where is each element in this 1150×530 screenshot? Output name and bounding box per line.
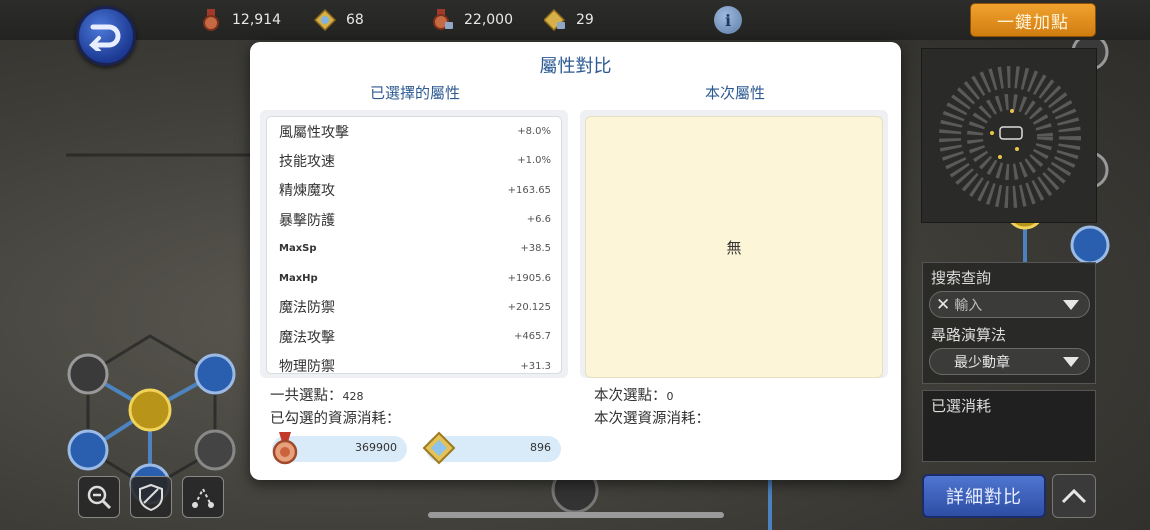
- path-icon: [192, 486, 214, 508]
- back-arrow-icon: [89, 24, 121, 51]
- resource-locked-crystal: 29: [544, 8, 594, 32]
- expand-up-button[interactable]: [1052, 474, 1096, 518]
- info-button[interactable]: i: [714, 6, 742, 34]
- current-points-label: 本次選點：: [594, 388, 667, 404]
- chevron-down-icon: [1063, 299, 1079, 310]
- chevron-up-icon: [1061, 488, 1087, 504]
- zoom-out-icon: [87, 485, 112, 510]
- total-points: 一共選點：428: [270, 384, 364, 405]
- gold-crystal-icon: [314, 9, 336, 31]
- path-button[interactable]: [182, 476, 224, 518]
- selected-cost-panel: 已選消耗: [922, 390, 1096, 462]
- attribute-value: +6.6: [526, 214, 551, 226]
- minimap-graph: [939, 66, 1081, 208]
- one-key-add-points-button[interactable]: 一鍵加點: [970, 3, 1096, 37]
- checked-cost-label: 已勾選的資源消耗：: [270, 411, 401, 427]
- info-icon: i: [724, 10, 732, 30]
- total-points-label: 一共選點：: [270, 388, 343, 404]
- chevron-down-icon: [1063, 356, 1079, 367]
- attribute-row: 暴擊防護 +6.6: [267, 205, 561, 234]
- resource-medal-value: 12,914: [232, 12, 281, 28]
- pathfinding-value: 最少動章: [954, 354, 1010, 371]
- attribute-value: +163.65: [507, 184, 551, 196]
- total-points-value: 428: [342, 390, 364, 403]
- current-points-value: 0: [666, 390, 674, 403]
- clear-icon[interactable]: ✕: [936, 295, 950, 315]
- attribute-name: 魔法攻擊: [279, 329, 335, 346]
- cost-crystal-pill: 896: [422, 431, 561, 465]
- search-panel: 搜索查詢 ✕ 輸入 尋路演算法 最少動章: [922, 262, 1096, 384]
- attribute-name: 物理防禦: [279, 359, 335, 374]
- attribute-row: 技能攻速 +1.0%: [267, 146, 561, 175]
- shield-filter-button[interactable]: [130, 476, 172, 518]
- resource-locked-crystal-value: 29: [576, 12, 594, 28]
- attribute-name: 精煉魔攻: [279, 183, 335, 200]
- attribute-row: 魔法防禦 +20.125: [267, 293, 561, 322]
- attribute-value: +1905.6: [507, 272, 551, 284]
- attribute-compare-dialog: 屬性對比 已選擇的屬性 本次屬性 風屬性攻擊 +8.0% 技能攻速 +1.0% 精煉魔攻…: [250, 42, 901, 480]
- attribute-name: 魔法防禦: [279, 300, 335, 317]
- attribute-value: +8.0%: [517, 126, 551, 138]
- pathfinding-select[interactable]: 最少動章: [929, 348, 1090, 375]
- detail-compare-button[interactable]: 詳細對比: [922, 474, 1046, 518]
- attribute-row: MaxHp +1905.6: [267, 263, 561, 292]
- zoom-out-button[interactable]: [78, 476, 120, 518]
- search-label: 搜索查詢: [931, 269, 992, 287]
- current-points: 本次選點：0: [594, 384, 674, 405]
- locked-crystal-icon: [544, 9, 566, 31]
- attribute-value: +1.0%: [517, 155, 551, 167]
- attribute-name: 暴擊防護: [279, 212, 335, 229]
- attribute-name: MaxSp: [279, 243, 317, 255]
- shield-icon: [139, 483, 163, 511]
- home-indicator[interactable]: [428, 512, 724, 518]
- attribute-name: 風屬性攻擊: [279, 124, 349, 141]
- cost-medal-pill: 369900: [272, 432, 407, 465]
- resource-crystal: 68: [314, 8, 364, 32]
- resource-crystal-value: 68: [346, 12, 364, 28]
- current-attributes-box: 無: [585, 116, 883, 378]
- search-placeholder: 輸入: [954, 297, 983, 314]
- resource-locked-medal: 22,000: [432, 8, 513, 32]
- resource-medal: 12,914: [200, 8, 281, 32]
- cost-medal-value: 369900: [355, 441, 397, 454]
- selected-attributes-list[interactable]: 風屬性攻擊 +8.0% 技能攻速 +1.0% 精煉魔攻 +163.65 暴擊防護 +6.6 Ma…: [266, 116, 562, 374]
- selected-attributes-frame: 風屬性攻擊 +8.0% 技能攻速 +1.0% 精煉魔攻 +163.65 暴擊防護 +6.6 Ma…: [260, 110, 568, 378]
- back-button[interactable]: [76, 6, 136, 66]
- pathfinding-label: 尋路演算法: [931, 326, 1007, 344]
- red-medal-icon: [272, 432, 298, 465]
- selected-cost-label: 已選消耗: [931, 397, 992, 415]
- selected-attributes-title: 已選擇的屬性: [369, 84, 460, 102]
- cost-crystal-value: 896: [530, 441, 551, 454]
- current-attributes-empty: 無: [726, 238, 742, 257]
- attribute-value: +38.5: [520, 243, 551, 255]
- current-cost-label: 本次選資源消耗：: [594, 411, 710, 427]
- dialog-title: 屬性對比: [539, 56, 612, 77]
- red-medal-icon: [203, 9, 219, 31]
- attribute-row: MaxSp +38.5: [267, 234, 561, 263]
- attribute-value: +465.7: [513, 331, 551, 343]
- resource-locked-medal-value: 22,000: [464, 12, 513, 28]
- gold-crystal-icon: [422, 431, 456, 465]
- locked-medal-icon: [433, 9, 453, 30]
- attribute-row: 魔法攻擊 +465.7: [267, 322, 561, 351]
- attribute-row: 風屬性攻擊 +8.0%: [267, 117, 561, 146]
- attribute-name: MaxHp: [279, 272, 318, 284]
- search-input[interactable]: ✕ 輸入: [929, 291, 1090, 318]
- attribute-name: 技能攻速: [279, 153, 335, 170]
- minimap[interactable]: [921, 48, 1097, 223]
- current-attributes-frame: 無: [580, 110, 888, 378]
- attribute-value: +20.125: [507, 301, 551, 313]
- attribute-row: 物理防禦 +31.3: [267, 351, 561, 374]
- current-attributes-title: 本次屬性: [704, 84, 765, 102]
- attribute-row: 精煉魔攻 +163.65: [267, 176, 561, 205]
- attribute-value: +31.3: [520, 360, 551, 372]
